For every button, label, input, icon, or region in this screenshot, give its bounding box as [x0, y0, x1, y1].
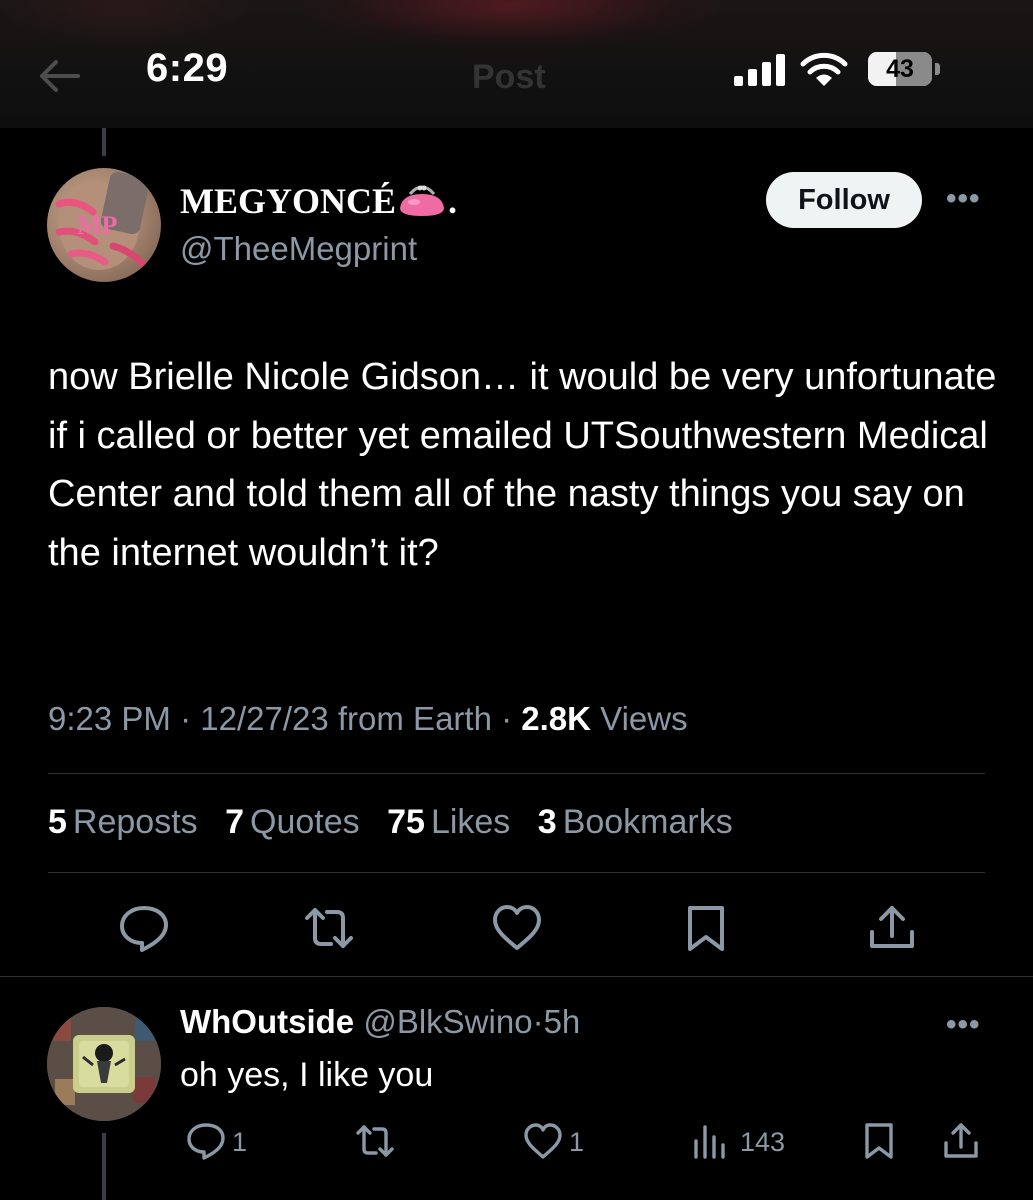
like-icon[interactable]	[491, 902, 543, 954]
reply-reply-count: 1	[232, 1127, 248, 1157]
reply-age: 5h	[543, 1003, 581, 1040]
views-count: 2.8K	[521, 700, 591, 737]
avatar-image: MP	[55, 171, 150, 270]
reply-like-count: 1	[569, 1127, 585, 1157]
author-display-name[interactable]: MEGYONCÉ.	[180, 180, 457, 222]
engagement-stats: 5 Reposts 7 Quotes 75 Likes 3 Bookmarks	[48, 803, 751, 842]
stat-likes[interactable]: 75 Likes	[387, 803, 510, 841]
battery-tip	[935, 63, 940, 75]
stat-quotes[interactable]: 7 Quotes	[225, 803, 360, 841]
reply-repost-icon[interactable]	[355, 1121, 395, 1161]
avatar-logo: MP	[77, 211, 118, 240]
wifi-icon	[800, 52, 848, 86]
more-options-icon[interactable]: •••	[946, 182, 981, 216]
battery-indicator: 43	[868, 52, 932, 86]
share-icon[interactable]	[866, 902, 918, 954]
cellular-signal-icon	[734, 54, 785, 86]
stat-reposts[interactable]: 5 Reposts	[48, 803, 198, 841]
thread-connector	[102, 1133, 106, 1200]
status-time: 6:29	[146, 46, 229, 90]
divider	[48, 872, 985, 873]
reply-share-icon[interactable]	[941, 1121, 981, 1161]
reply-header: WhOutside @BlkSwino·5h	[180, 1003, 581, 1040]
divider	[48, 773, 985, 774]
repost-icon[interactable]	[303, 902, 355, 954]
reply-views-icon[interactable]	[692, 1121, 732, 1161]
post-date[interactable]: 12/27/23	[200, 700, 328, 737]
post-text: now Brielle Nicole Gidson… it would be v…	[48, 356, 997, 574]
reply-handle[interactable]: @BlkSwino	[363, 1003, 532, 1040]
stat-bookmarks[interactable]: 3 Bookmarks	[538, 803, 733, 841]
reply-display-name[interactable]: WhOutside	[180, 1003, 354, 1040]
follow-button[interactable]: Follow	[766, 172, 922, 228]
reply-text: oh yes, I like you	[180, 1056, 434, 1094]
reply-bookmark-icon[interactable]	[859, 1121, 899, 1161]
reply-avatar[interactable]	[47, 1007, 161, 1121]
page-title: Post	[472, 58, 546, 96]
reply-views-count: 143	[740, 1127, 786, 1157]
post-source: from Earth	[337, 700, 492, 737]
reply-more-options-icon[interactable]: •••	[946, 1008, 981, 1042]
author-avatar[interactable]: MP	[47, 168, 161, 282]
pink-purse-icon	[400, 185, 444, 216]
reply-like-icon[interactable]	[523, 1121, 563, 1161]
author-handle[interactable]: @TheeMegprint	[180, 230, 417, 268]
reply-icon[interactable]	[118, 902, 170, 954]
divider	[0, 976, 1033, 977]
reply-avatar-image	[47, 1007, 161, 1121]
back-arrow-icon[interactable]	[34, 56, 82, 96]
post-time[interactable]: 9:23 PM	[48, 700, 171, 737]
bookmark-icon[interactable]	[680, 902, 732, 954]
views-label: Views	[600, 700, 688, 737]
post-meta: 9:23 PM · 12/27/23 from Earth · 2.8K Vie…	[48, 700, 688, 737]
battery-percent: 43	[886, 55, 914, 83]
thread-connector	[102, 128, 106, 156]
reply-reply-icon[interactable]	[186, 1121, 226, 1161]
